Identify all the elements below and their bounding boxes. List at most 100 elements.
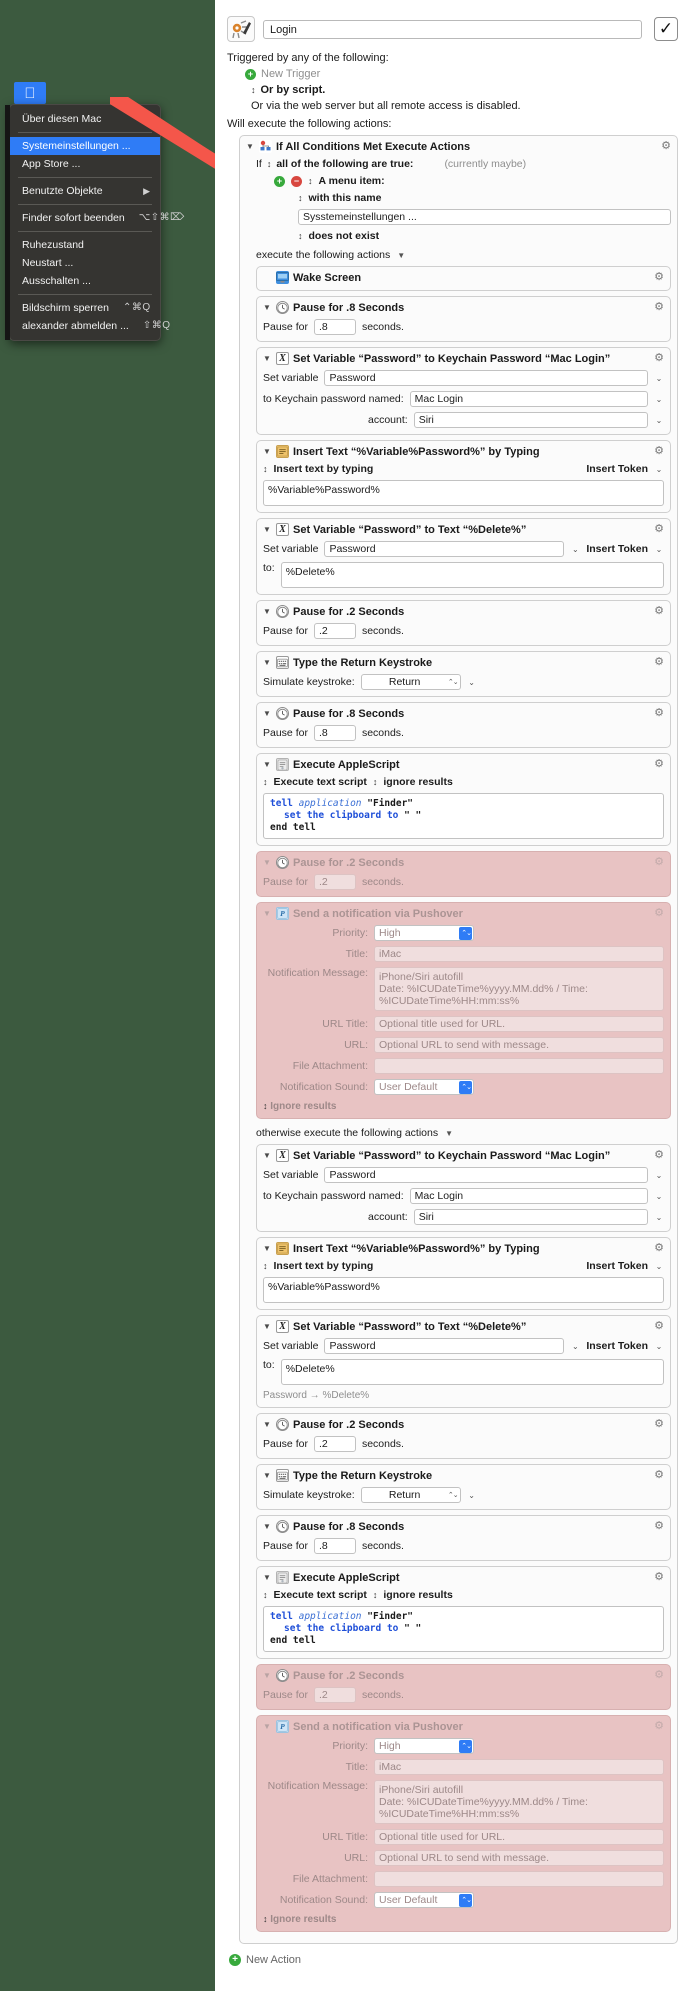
macro-name-input[interactable]: Login: [263, 19, 642, 39]
plus-icon[interactable]: +: [245, 68, 256, 80]
gear-icon[interactable]: ⚙: [653, 1669, 665, 1681]
disclosure-triangle-icon[interactable]: ▼: [263, 909, 272, 918]
chevron-down-icon[interactable]: ⌄: [570, 1342, 580, 1351]
gear-icon[interactable]: ⚙: [653, 605, 665, 617]
disclosure-triangle-icon[interactable]: ▼: [263, 709, 272, 718]
action-pushover[interactable]: ⚙ ▼ P Send a notification via Pushover Prior…: [256, 902, 671, 1119]
script-results-label[interactable]: ignore results: [383, 776, 452, 788]
priority-popup[interactable]: High: [374, 925, 474, 942]
disclosure-triangle-icon[interactable]: ▼: [263, 303, 272, 312]
to-value-input[interactable]: %Delete%: [280, 1359, 664, 1385]
pause-seconds-input[interactable]: .2: [313, 1436, 356, 1452]
action-pause[interactable]: ⚙ ▼ Pause for .8 Seconds Pause for .8 seconds…: [256, 1515, 671, 1561]
action-setvar_keychain[interactable]: ⚙ ▼ X Set Variable “Password” to Keychain P…: [256, 1144, 671, 1232]
script-mode-label[interactable]: Execute text script: [274, 1589, 367, 1601]
chevron-down-icon[interactable]: ⌄: [467, 678, 477, 687]
keychain-name-input[interactable]: Mac Login: [409, 391, 648, 407]
apple-menu-item-10[interactable]: Neustart ...: [10, 254, 160, 272]
chevron-down-icon[interactable]: ⌄: [654, 374, 664, 383]
apple-menu-item-14[interactable]: alexander abmelden ... ⇧⌘Q: [10, 317, 170, 335]
insert-token-button[interactable]: Insert Token: [586, 1340, 648, 1352]
stepper-icon[interactable]: ↕: [298, 231, 303, 241]
variable-name-input[interactable]: Password: [324, 541, 565, 557]
new-action-row[interactable]: + New Action: [227, 1954, 678, 1966]
apple-menu-item-2[interactable]: Systemeinstellungen ...: [10, 137, 160, 155]
sound-popup[interactable]: User Default: [374, 1892, 474, 1909]
all-of-following-label[interactable]: all of the following are true:: [276, 158, 413, 170]
chevron-down-icon[interactable]: ⌄: [654, 1213, 664, 1222]
chevron-down-icon[interactable]: ⌄: [654, 1342, 664, 1351]
menu-item-name-input[interactable]: Sysstemeinstellungen ...: [298, 209, 671, 225]
disclosure-triangle-icon[interactable]: ▼: [246, 142, 255, 151]
gear-icon[interactable]: ⚙: [660, 140, 672, 152]
pause-seconds-input[interactable]: .8: [313, 1538, 356, 1554]
apple-menu-item-3[interactable]: App Store ...: [10, 155, 160, 173]
insert-token-button[interactable]: Insert Token: [586, 463, 648, 475]
gear-icon[interactable]: ⚙: [653, 707, 665, 719]
pause-seconds-input[interactable]: .8: [313, 725, 356, 741]
apple-menu-item-0[interactable]: Über diesen Mac: [10, 110, 160, 128]
action-setvar_keychain[interactable]: ⚙ ▼ X Set Variable “Password” to Keychain P…: [256, 347, 671, 435]
variable-name-input[interactable]: Password: [324, 1167, 648, 1183]
insert-token-button[interactable]: Insert Token: [586, 1260, 648, 1272]
disclosure-triangle-icon[interactable]: ▼: [263, 1671, 272, 1680]
action-keystroke[interactable]: ⚙ ▼ Type the Return Keystroke Simulate keys…: [256, 1464, 671, 1510]
apple-menu-item-7[interactable]: Finder sofort beenden ⌥⇧⌘⌦: [10, 209, 184, 227]
ignore-results-label[interactable]: Ignore results: [268, 1914, 336, 1925]
gear-icon[interactable]: ⚙: [653, 271, 665, 283]
file-attachment-input[interactable]: [374, 1058, 664, 1074]
priority-popup[interactable]: High: [374, 1738, 474, 1755]
file-attachment-input[interactable]: [374, 1871, 664, 1887]
chevron-down-icon[interactable]: ⌄: [570, 545, 580, 554]
insert-text-input[interactable]: %Variable%Password%: [263, 480, 664, 506]
disclosure-triangle-icon[interactable]: ▼: [263, 1471, 272, 1480]
stepper-icon[interactable]: ↕: [373, 777, 378, 787]
gear-icon[interactable]: ⚙: [653, 301, 665, 313]
stepper-icon[interactable]: ↕: [263, 777, 268, 787]
gear-icon[interactable]: ⚙: [653, 1720, 665, 1732]
menu-item-label[interactable]: A menu item:: [319, 175, 385, 187]
gear-icon[interactable]: ⚙: [653, 1320, 665, 1332]
gear-icon[interactable]: ⚙: [653, 1418, 665, 1430]
pause-seconds-input[interactable]: .2: [313, 623, 356, 639]
macro-enabled-checkbox[interactable]: ✓: [654, 17, 678, 41]
chevron-down-icon[interactable]: ⌄: [654, 1171, 664, 1180]
disclosure-triangle-icon[interactable]: ▼: [263, 447, 272, 456]
gear-icon[interactable]: ⚙: [653, 1242, 665, 1254]
variable-name-input[interactable]: Password: [324, 370, 648, 386]
chevron-down-icon[interactable]: ▼: [444, 1129, 454, 1138]
chevron-down-icon[interactable]: ⌄: [654, 395, 664, 404]
gear-icon[interactable]: ⚙: [653, 907, 665, 919]
action-wake[interactable]: ⚙ Wake Screen: [256, 266, 671, 291]
stepper-icon[interactable]: ↕: [251, 85, 256, 95]
disclosure-triangle-icon[interactable]: ▼: [263, 1244, 272, 1253]
action-applescript[interactable]: ⚙ ▼ Execute AppleScript ↕ Execute text scrip…: [256, 753, 671, 846]
plus-icon[interactable]: +: [229, 1954, 241, 1966]
insert-mode-label[interactable]: Insert text by typing: [274, 463, 374, 475]
applescript-editor[interactable]: tell application "Finder" set the clipboa…: [263, 793, 664, 839]
action-insert_text[interactable]: ⚙ ▼ Insert Text “%Variable%Password%” by T…: [256, 1237, 671, 1310]
message-input[interactable]: iPhone/Siri autofill Date: %ICUDateTime%…: [374, 967, 664, 1011]
gear-icon[interactable]: ⚙: [653, 445, 665, 457]
stepper-icon[interactable]: ↕: [373, 1590, 378, 1600]
stepper-icon[interactable]: ↕: [263, 1261, 268, 1271]
chevron-down-icon[interactable]: ⌄: [654, 545, 664, 554]
title-input[interactable]: iMac: [374, 946, 664, 962]
with-this-name-label[interactable]: with this name: [309, 192, 382, 204]
disclosure-triangle-icon[interactable]: ▼: [263, 525, 272, 534]
keychain-name-input[interactable]: Mac Login: [409, 1188, 648, 1204]
pause-seconds-input[interactable]: .2: [313, 874, 356, 890]
stepper-icon[interactable]: ↕: [263, 464, 268, 474]
gear-icon[interactable]: ⚙: [653, 1149, 665, 1161]
gear-icon[interactable]: ⚙: [653, 523, 665, 535]
url-title-input[interactable]: Optional title used for URL.: [374, 1016, 664, 1032]
applescript-editor[interactable]: tell application "Finder" set the clipboa…: [263, 1606, 664, 1652]
disclosure-triangle-icon[interactable]: ▼: [263, 1522, 272, 1531]
action-setvar_text[interactable]: ⚙ ▼ X Set Variable “Password” to Text “%Del…: [256, 518, 671, 595]
apple-menu-item-13[interactable]: Bildschirm sperren ⌃⌘Q: [10, 299, 160, 317]
message-input[interactable]: iPhone/Siri autofill Date: %ICUDateTime%…: [374, 1780, 664, 1824]
to-value-input[interactable]: %Delete%: [280, 562, 664, 588]
disclosure-triangle-icon[interactable]: ▼: [263, 658, 272, 667]
account-input[interactable]: Siri: [413, 1209, 648, 1225]
action-keystroke[interactable]: ⚙ ▼ Type the Return Keystroke Simulate keys…: [256, 651, 671, 697]
